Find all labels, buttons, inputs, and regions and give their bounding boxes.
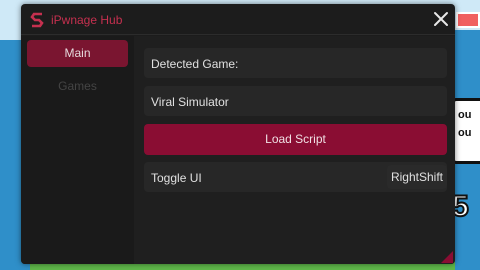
toggle-ui-label: Toggle UI	[151, 171, 202, 185]
sidebar: Main Games	[21, 36, 134, 264]
s-logo-icon	[30, 12, 44, 28]
title-bar[interactable]: iPwnage Hub	[21, 4, 455, 35]
detected-game-label: Detected Game:	[151, 57, 239, 71]
close-icon[interactable]	[431, 9, 451, 29]
keybind-button[interactable]: RightShift	[386, 165, 447, 189]
sign-text-1: ou	[458, 109, 472, 121]
detected-game-row: Detected Game:	[144, 48, 447, 78]
toggle-ui-row: Toggle UI RightShift	[144, 162, 447, 192]
game-name: Viral Simulator	[151, 95, 229, 109]
game-name-row: Viral Simulator	[144, 86, 447, 116]
window-title: iPwnage Hub	[51, 13, 123, 27]
hub-window: iPwnage Hub Main Games Detected Game: Vi…	[21, 4, 455, 264]
resize-handle[interactable]	[441, 251, 453, 263]
sign-text-2: ou	[458, 127, 472, 139]
game-sign: ou ou	[452, 98, 480, 164]
load-script-button[interactable]: Load Script	[144, 124, 447, 155]
main-panel: Detected Game: Viral Simulator Load Scri…	[134, 36, 455, 264]
tab-main[interactable]: Main	[27, 40, 128, 67]
red-block	[456, 12, 480, 28]
tab-games[interactable]: Games	[27, 73, 128, 100]
